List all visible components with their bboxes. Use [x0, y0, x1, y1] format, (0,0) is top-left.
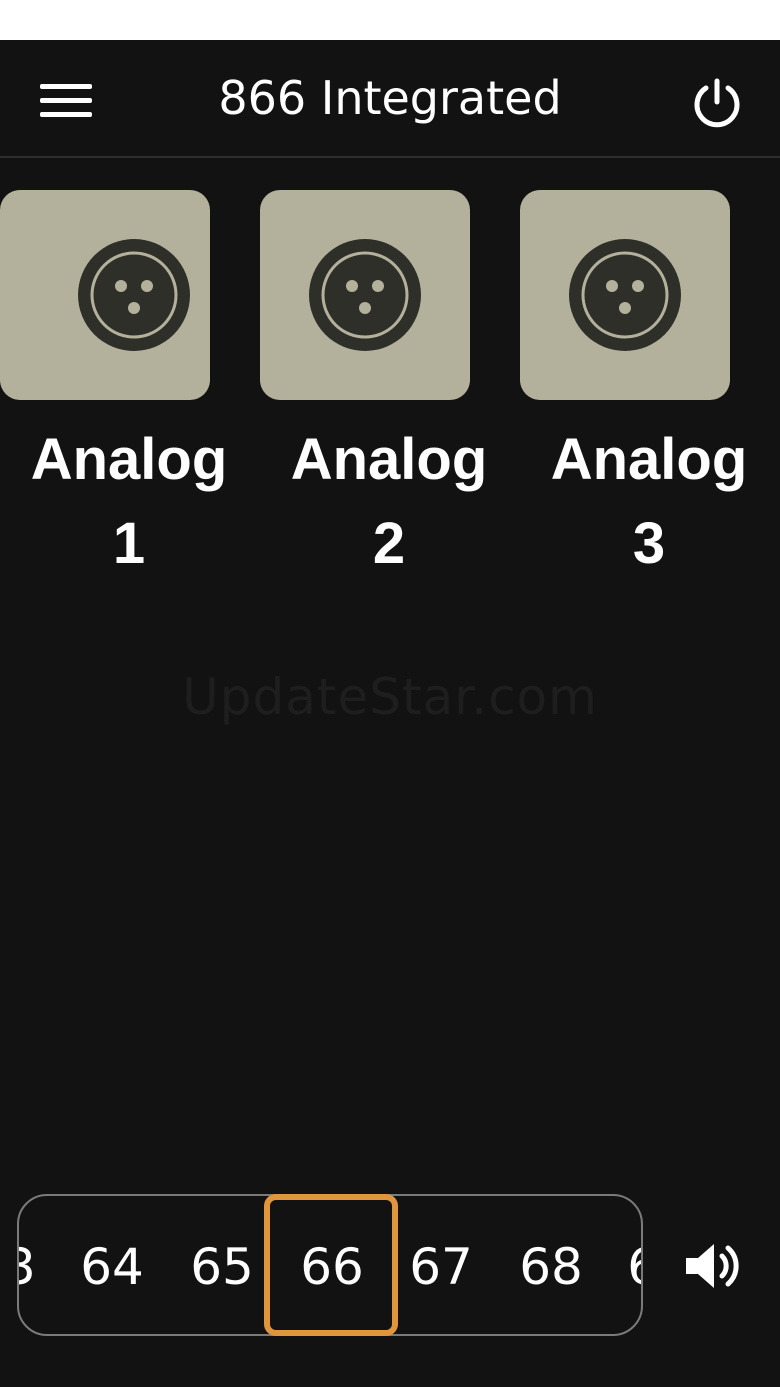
source-analog-3[interactable]: Analog 3: [496, 190, 752, 590]
volume-value[interactable]: 65: [167, 1232, 277, 1302]
source-analog-1[interactable]: Analog 1: [0, 190, 232, 590]
watermark: UpdateStar.com: [182, 668, 598, 726]
volume-value-selected[interactable]: 66: [277, 1232, 387, 1302]
volume-value[interactable]: 67: [386, 1232, 496, 1302]
xlr-connector-icon: [569, 239, 681, 351]
power-icon[interactable]: [690, 76, 744, 130]
xlr-connector-icon: [78, 239, 190, 351]
source-label: Analog 2: [290, 427, 488, 576]
page-title: 866 Integrated: [218, 71, 562, 125]
source-label: Analog 1: [30, 427, 228, 576]
volume-value[interactable]: 63: [19, 1232, 59, 1302]
source-analog-2[interactable]: Analog 2: [236, 190, 492, 590]
source-list: Analog 1 Analog 2 Analog 3: [0, 190, 780, 590]
volume-picker[interactable]: 63 64 65 66 67 68 69: [17, 1194, 643, 1336]
xlr-connector-icon: [309, 239, 421, 351]
app-header: 866 Integrated: [0, 40, 780, 158]
source-tile: [0, 190, 210, 400]
source-tile: [520, 190, 730, 400]
hamburger-menu-icon[interactable]: [40, 82, 92, 118]
source-label: Analog 3: [550, 427, 748, 576]
volume-value[interactable]: 68: [496, 1232, 606, 1302]
volume-value[interactable]: 69: [604, 1232, 641, 1302]
speaker-volume-icon[interactable]: [680, 1234, 744, 1298]
app-screen: 866 Integrated Analog 1 Analog 2 Analog …: [0, 40, 780, 1387]
source-tile: [260, 190, 470, 400]
volume-value[interactable]: 64: [57, 1232, 167, 1302]
